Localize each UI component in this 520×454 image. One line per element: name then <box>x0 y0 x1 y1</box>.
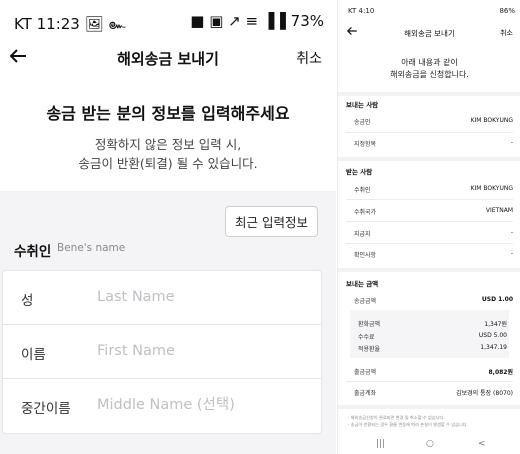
divider <box>338 405 520 409</box>
header: 해외송금 보내기 취소 <box>338 24 520 44</box>
row-key: 수취인 <box>354 187 371 194</box>
divider <box>338 157 520 161</box>
intro: 송금 받는 분의 정보를 입력해주세요 정확하지 않은 정보 입력 시, 송금이… <box>0 100 336 173</box>
cancel-button[interactable]: 취소 <box>296 48 322 68</box>
row-value: 김보경의 통장 (8070) <box>456 390 513 397</box>
name-fields: 성 이름 중간이름 <box>2 270 322 434</box>
field-label: 이름 <box>21 347 46 363</box>
divider <box>346 221 513 222</box>
row-key: 송금금액 <box>354 298 377 305</box>
header: 해외송금 보내기 취소 <box>0 42 336 78</box>
status-left: KT 11:23 🖼 ๛ <box>14 15 126 33</box>
withdraw-amount-row: 출금금액 8,082원 <box>346 366 513 377</box>
receiver-section-title: 받는 사람 <box>346 168 373 176</box>
status-left: KT 4:10 <box>348 7 375 15</box>
intro-line-2: 해외송금을 신청합니다. <box>390 70 469 79</box>
row-key: 출금계좌 <box>354 390 377 397</box>
detail-row: 환화금액 1,347원 <box>346 318 513 329</box>
field-first-name: 이름 <box>3 325 321 379</box>
last-name-input[interactable] <box>97 283 307 311</box>
row-value: - <box>510 250 513 257</box>
intro-line-1: 아래 내용과 같이 <box>401 58 458 67</box>
notice-line: · 송금이 반환되는 경우 환율 변동에 따라 손실이 발생할 수 있습니다. <box>348 422 468 427</box>
intro-heading: 송금 받는 분의 정보를 입력해주세요 <box>46 104 290 123</box>
send-amount-value: USD 1.00 <box>481 296 513 303</box>
divider <box>346 243 513 244</box>
summary-row: 수취국가 VIETNAM <box>346 206 513 217</box>
row-value: USD 5.00 <box>478 332 507 339</box>
summary-row: 지급지 - <box>346 228 513 239</box>
row-value: - <box>510 139 513 146</box>
right-screen: KT 4:10 86% 해외송금 보내기 취소 아래 내용과 같이 해외송금을 … <box>337 0 520 454</box>
divider <box>338 268 520 272</box>
page-title: 해외송금 보내기 <box>404 29 455 38</box>
field-label: 성 <box>21 293 34 309</box>
summary-row: 지정항목 - <box>346 138 513 149</box>
status-bar: KT 4:10 86% <box>338 0 520 20</box>
receiver-label: 수취인 <box>14 244 52 260</box>
summary-row: 수취인 KIM BOKYUNG <box>346 184 513 195</box>
status-right: ■ ▣ ↗ ≡ ▐▐ 73% <box>190 12 324 30</box>
summary-row: 송금인 KIM BOKYUNG <box>346 116 513 127</box>
left-screen: KT 11:23 🖼 ๛ ■ ▣ ↗ ≡ ▐▐ 73% 해외송금 보내기 취소 … <box>0 0 336 454</box>
recent-info-button[interactable]: 최근 입력정보 <box>225 206 318 237</box>
row-key: 송금인 <box>354 119 371 126</box>
row-key: 지급지 <box>354 231 371 238</box>
row-value: 1,347원 <box>484 321 507 328</box>
home-icon[interactable]: ○ <box>426 439 434 449</box>
status-bar: KT 11:23 🖼 ๛ ■ ▣ ↗ ≡ ▐▐ 73% <box>0 0 336 42</box>
detail-row: 수수료 USD 5.00 <box>346 331 513 342</box>
field-label: 중간이름 <box>21 401 71 417</box>
row-key: 수취국가 <box>354 209 377 216</box>
first-name-input[interactable] <box>97 337 307 365</box>
row-key: 환화금액 <box>358 321 381 328</box>
middle-name-input[interactable] <box>97 391 307 419</box>
detail-row: 적용환율 1,347.19 <box>346 343 513 354</box>
row-key: 출금금액 <box>354 369 377 376</box>
row-key: 수수료 <box>358 334 375 341</box>
recents-icon[interactable]: ||| <box>376 439 385 449</box>
withdraw-account-row: 출금계좌 김보경의 통장 (8070) <box>346 387 513 398</box>
row-value: VIETNAM <box>485 207 513 214</box>
status-icons: 🖼 ๛ <box>84 15 126 33</box>
row-key: 지정항목 <box>354 141 377 148</box>
row-value: 1,347.19 <box>480 344 507 351</box>
field-last-name: 성 <box>3 271 321 325</box>
divider <box>346 199 513 200</box>
row-key: 확인사항 <box>354 252 377 259</box>
intro-line-1: 정확하지 않은 정보 입력 시, <box>94 137 242 152</box>
receiver-form: 최근 입력정보 수취인 Bene's name 성 이름 중간이름 <box>0 191 336 454</box>
send-amount-row: 송금금액 USD 1.00 <box>346 295 513 306</box>
status-right: 86% <box>499 7 515 15</box>
row-key: 적용환율 <box>358 346 381 353</box>
intro: 아래 내용과 같이 해외송금을 신청합니다. <box>338 57 520 81</box>
field-middle-name: 중간이름 <box>3 379 321 433</box>
row-value: KIM BOKYUNG <box>470 185 513 192</box>
back-icon[interactable]: < <box>478 439 486 449</box>
intro-line-2: 송금이 반환(퇴결) 될 수 있습니다. <box>78 156 258 171</box>
row-value: - <box>510 229 513 236</box>
divider <box>338 92 520 96</box>
summary-row: 확인사항 - <box>346 249 513 260</box>
receiver-sublabel: Bene's name <box>57 242 126 254</box>
page-title: 해외송금 보내기 <box>117 50 219 68</box>
notice-line: · 해외송금신청이 완료되면 변경 및 취소할 수 없습니다. <box>348 415 445 420</box>
sender-section-title: 보내는 사람 <box>346 101 379 109</box>
system-nav-bar: ||| ○ < <box>338 437 520 454</box>
amount-section-title: 보내는 금액 <box>346 280 379 288</box>
divider <box>346 381 513 382</box>
notice: · 해외송금신청이 완료되면 변경 및 취소할 수 없습니다. · 송금이 반환… <box>348 414 516 428</box>
divider <box>346 132 513 133</box>
cancel-button[interactable]: 취소 <box>500 28 513 38</box>
withdraw-amount-value: 8,082원 <box>488 369 514 376</box>
row-value: KIM BOKYUNG <box>470 117 513 124</box>
